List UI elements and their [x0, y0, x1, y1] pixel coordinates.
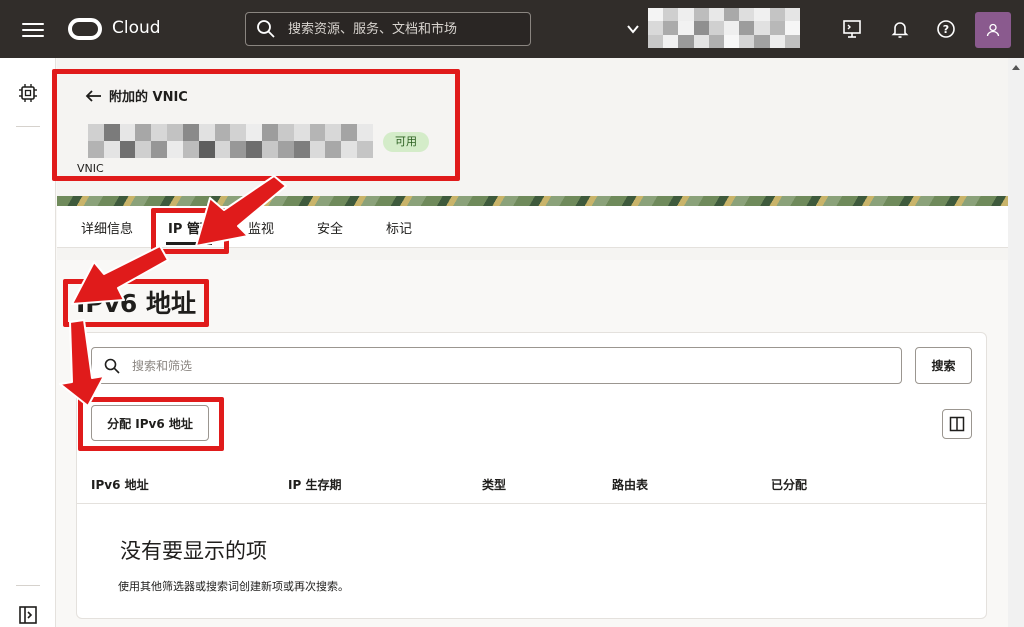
resource-type-label: VNIC	[77, 162, 104, 175]
back-to-attached-vnics-link[interactable]: 附加的 VNIC	[85, 86, 188, 105]
user-icon	[986, 23, 1000, 37]
brand-name[interactable]: Cloud	[112, 18, 161, 38]
column-assigned[interactable]: 已分配	[771, 476, 807, 493]
avatar[interactable]	[975, 12, 1011, 48]
filter-input[interactable]	[130, 357, 890, 374]
cloud-shell-icon[interactable]	[841, 18, 863, 40]
tab-details[interactable]: 详细信息	[81, 218, 133, 237]
expand-panel-icon[interactable]	[17, 604, 39, 626]
page-title: IPv6 地址	[76, 289, 197, 318]
chevron-down-icon[interactable]	[626, 22, 640, 36]
tab-tags[interactable]: 标记	[386, 218, 412, 237]
status-badge: 可用	[383, 132, 429, 152]
oracle-logo[interactable]	[68, 18, 102, 40]
empty-state-description: 使用其他筛选器或搜索词创建新项或再次搜索。	[118, 580, 349, 593]
table-header: IPv6 地址 IP 生存期 类型 路由表 已分配	[77, 466, 986, 504]
notification-bell-icon[interactable]	[889, 18, 911, 40]
left-rail	[0, 58, 56, 627]
column-route-table[interactable]: 路由表	[612, 476, 648, 493]
active-tab-indicator	[166, 242, 212, 245]
top-bar: Cloud ?	[0, 0, 1024, 58]
filter-box[interactable]	[91, 347, 902, 384]
search-button[interactable]: 搜索	[915, 347, 972, 384]
manage-columns-button[interactable]	[942, 409, 972, 439]
global-search-input[interactable]	[286, 20, 526, 38]
arrow-left-icon	[85, 89, 101, 102]
global-search[interactable]	[245, 12, 531, 46]
rail-divider	[16, 585, 40, 586]
column-type[interactable]: 类型	[482, 476, 506, 493]
resource-header: 附加的 VNIC 可用 VNIC 详细信息 IP 管理 监视 安全 标记	[57, 58, 1008, 260]
search-icon	[257, 20, 275, 38]
region-selector-redacted[interactable]	[648, 8, 800, 48]
help-icon[interactable]: ?	[935, 18, 957, 40]
menu-icon[interactable]	[22, 19, 44, 39]
resource-name-redacted	[88, 124, 373, 158]
column-ip-lifetime[interactable]: IP 生存期	[288, 476, 341, 493]
columns-icon	[949, 416, 965, 432]
rail-divider	[16, 126, 40, 127]
scrollbar[interactable]	[1008, 58, 1024, 627]
column-ipv6-address[interactable]: IPv6 地址	[91, 476, 149, 493]
tab-bar: 详细信息 IP 管理 监视 安全 标记	[57, 206, 1008, 248]
tab-monitoring[interactable]: 监视	[248, 218, 274, 237]
assign-ipv6-button[interactable]: 分配 IPv6 地址	[91, 405, 209, 441]
svg-text:?: ?	[943, 23, 949, 36]
search-icon	[104, 358, 120, 374]
empty-state-title: 没有要显示的项	[120, 539, 267, 563]
tab-security[interactable]: 安全	[317, 218, 343, 237]
back-link-label: 附加的 VNIC	[109, 90, 188, 105]
scroll-up-icon[interactable]	[1012, 64, 1020, 72]
tab-ip-management[interactable]: IP 管理	[168, 218, 213, 237]
chip-icon[interactable]	[17, 82, 39, 104]
decorative-banner	[57, 196, 1008, 206]
